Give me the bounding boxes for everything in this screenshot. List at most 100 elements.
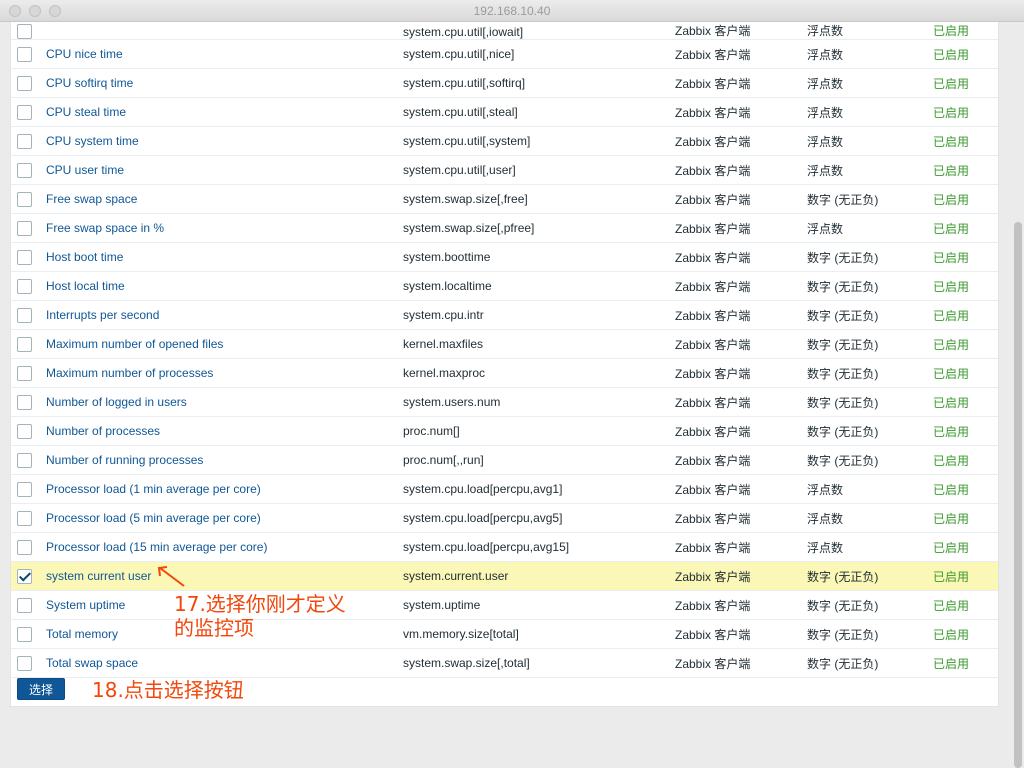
table-row[interactable]: CPU system time system.cpu.util[,system] Z…: [11, 127, 998, 156]
item-status[interactable]: 已启用: [933, 251, 969, 265]
row-checkbox[interactable]: [17, 191, 32, 207]
item-name-link[interactable]: Number of logged in users: [46, 395, 187, 409]
row-checkbox[interactable]: [17, 46, 32, 62]
scrollbar-thumb[interactable]: [1014, 222, 1022, 768]
table-row[interactable]: Processor load (15 min average per core)…: [11, 533, 998, 562]
item-name-link[interactable]: Number of processes: [46, 424, 160, 438]
item-name-link[interactable]: Total swap space: [46, 656, 138, 670]
item-name-link[interactable]: CPU system time: [46, 134, 139, 148]
item-key: system.cpu.util[,steal]: [403, 105, 518, 119]
item-name-link[interactable]: Host local time: [46, 279, 125, 293]
row-checkbox[interactable]: [17, 365, 32, 381]
item-key: system.cpu.util[,system]: [403, 134, 531, 148]
item-name-link[interactable]: CPU nice time: [46, 47, 123, 61]
table-row[interactable]: Free swap space system.swap.size[,free] Za…: [11, 185, 998, 214]
item-name-link[interactable]: Processor load (15 min average per core): [46, 540, 267, 554]
table-row[interactable]: Host boot time system.boottime Zabbix 客户端 数…: [11, 243, 998, 272]
row-checkbox[interactable]: [17, 481, 32, 497]
table-row[interactable]: CPU nice time system.cpu.util[,nice] Zabbi…: [11, 40, 998, 69]
item-status[interactable]: 已启用: [933, 599, 969, 613]
row-checkbox[interactable]: [17, 133, 32, 149]
row-checkbox[interactable]: [17, 24, 32, 39]
item-name-link[interactable]: Maximum number of processes: [46, 366, 213, 380]
item-status[interactable]: 已启用: [933, 454, 969, 468]
select-button[interactable]: 选择: [17, 678, 65, 700]
item-type: Zabbix 客户端: [675, 279, 751, 294]
row-checkbox[interactable]: [17, 104, 32, 120]
vertical-scrollbar[interactable]: [1012, 22, 1024, 768]
item-name-link[interactable]: CPU steal time: [46, 105, 126, 119]
item-name-link[interactable]: Total memory: [46, 627, 118, 641]
row-checkbox[interactable]: [17, 162, 32, 178]
item-status[interactable]: 已启用: [933, 193, 969, 207]
item-status[interactable]: 已启用: [933, 24, 969, 38]
item-status[interactable]: 已启用: [933, 657, 969, 671]
row-checkbox[interactable]: [17, 307, 32, 323]
table-row[interactable]: Number of running processes proc.num[,,ru…: [11, 446, 998, 475]
table-row[interactable]: Processor load (5 min average per core) s…: [11, 504, 998, 533]
table-row[interactable]: CPU user time system.cpu.util[,user] Zabbi…: [11, 156, 998, 185]
item-name-link[interactable]: Interrupts per second: [46, 308, 159, 322]
item-status[interactable]: 已启用: [933, 280, 969, 294]
item-value-type: 浮点数: [807, 24, 844, 38]
table-row[interactable]: Number of logged in users system.users.nu…: [11, 388, 998, 417]
item-name-link[interactable]: Processor load (5 min average per core): [46, 511, 261, 525]
item-status[interactable]: 已启用: [933, 512, 969, 526]
row-checkbox[interactable]: [17, 423, 32, 439]
item-status[interactable]: 已启用: [933, 48, 969, 62]
row-checkbox[interactable]: [17, 539, 32, 555]
row-checkbox[interactable]: [17, 394, 32, 410]
table-row[interactable]: Number of processes proc.num[] Zabbix 客户端 数…: [11, 417, 998, 446]
item-status[interactable]: 已启用: [933, 483, 969, 497]
table-row[interactable]: Host local time system.localtime Zabbix 客户…: [11, 272, 998, 301]
row-checkbox[interactable]: [17, 597, 32, 613]
annotation-step-18: 18.点击选择按钮: [92, 678, 244, 702]
item-status[interactable]: 已启用: [933, 309, 969, 323]
item-name-link[interactable]: Free swap space: [46, 192, 137, 206]
row-checkbox[interactable]: [17, 568, 32, 584]
row-checkbox[interactable]: [17, 220, 32, 236]
item-name-link[interactable]: CPU softirq time: [46, 76, 133, 90]
table-row[interactable]: Total memory vm.memory.size[total] Zabbix …: [11, 620, 998, 649]
item-value-type: 浮点数: [807, 221, 844, 236]
item-name-link[interactable]: Number of running processes: [46, 453, 203, 467]
table-row[interactable]: CPU softirq time system.cpu.util[,softirq…: [11, 69, 998, 98]
item-status[interactable]: 已启用: [933, 135, 969, 149]
item-name-link[interactable]: System uptime: [46, 598, 125, 612]
item-status[interactable]: 已启用: [933, 164, 969, 178]
row-checkbox[interactable]: [17, 510, 32, 526]
item-name-link[interactable]: CPU user time: [46, 163, 124, 177]
item-value-type: 浮点数: [807, 105, 844, 120]
row-checkbox[interactable]: [17, 626, 32, 642]
table-row[interactable]: CPU steal time system.cpu.util[,steal] Zab…: [11, 98, 998, 127]
item-status[interactable]: 已启用: [933, 77, 969, 91]
table-row[interactable]: Free swap space in % system.swap.size[,pf…: [11, 214, 998, 243]
item-status[interactable]: 已启用: [933, 222, 969, 236]
table-row[interactable]: System uptime system.uptime Zabbix 客户端 数字 (…: [11, 591, 998, 620]
item-name-link[interactable]: Host boot time: [46, 250, 123, 264]
table-row[interactable]: Processor load (1 min average per core) s…: [11, 475, 998, 504]
row-checkbox[interactable]: [17, 249, 32, 265]
row-checkbox[interactable]: [17, 75, 32, 91]
item-status[interactable]: 已启用: [933, 425, 969, 439]
item-name-link[interactable]: Processor load (1 min average per core): [46, 482, 261, 496]
item-name-link[interactable]: Free swap space in %: [46, 221, 164, 235]
item-status[interactable]: 已启用: [933, 628, 969, 642]
row-checkbox[interactable]: [17, 336, 32, 352]
item-status[interactable]: 已启用: [933, 367, 969, 381]
item-status[interactable]: 已启用: [933, 541, 969, 555]
item-status[interactable]: 已启用: [933, 570, 969, 584]
item-name-link[interactable]: system current user: [46, 569, 151, 583]
annotation-arrow-icon: [157, 566, 185, 587]
item-status[interactable]: 已启用: [933, 106, 969, 120]
item-status[interactable]: 已启用: [933, 396, 969, 410]
row-checkbox[interactable]: [17, 278, 32, 294]
item-status[interactable]: 已启用: [933, 338, 969, 352]
table-row[interactable]: Maximum number of opened files kernel.max…: [11, 330, 998, 359]
item-name-link[interactable]: Maximum number of opened files: [46, 337, 223, 351]
table-row[interactable]: Interrupts per second system.cpu.intr Zabb…: [11, 301, 998, 330]
table-row[interactable]: Maximum number of processes kernel.maxpro…: [11, 359, 998, 388]
row-checkbox[interactable]: [17, 452, 32, 468]
row-checkbox[interactable]: [17, 655, 32, 671]
item-value-type: 数字 (无正负): [807, 366, 879, 381]
